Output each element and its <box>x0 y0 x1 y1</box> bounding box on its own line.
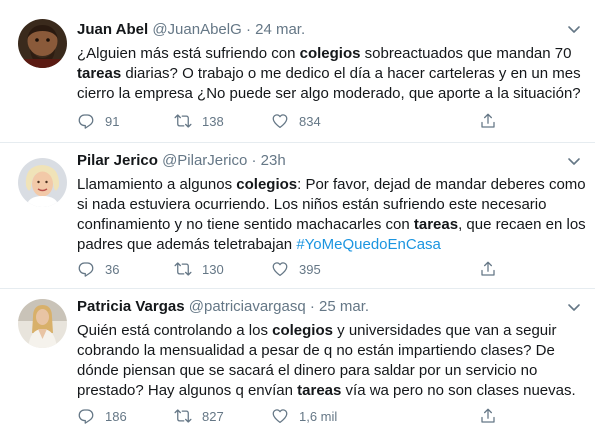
tweet-header: Patricia Vargas @patriciavargasq · 25 ma… <box>77 297 575 317</box>
avatar[interactable] <box>18 19 67 68</box>
tweet-text: ¿Alguien más está sufriendo con colegios… <box>77 44 587 104</box>
tweet[interactable]: Pilar Jerico @PilarJerico · 23h Llamamie… <box>0 143 595 289</box>
reply-icon <box>77 112 95 130</box>
chevron-down-icon[interactable] <box>567 154 581 168</box>
retweet-button[interactable]: 827 <box>174 406 224 426</box>
tweet-header: Pilar Jerico @PilarJerico · 23h <box>77 151 575 171</box>
tweet-text-segment: ¿Alguien más está sufriendo con <box>77 45 300 62</box>
tweet-text-segment: sobreactuados que mandan 70 <box>360 45 572 62</box>
heart-icon <box>271 112 289 130</box>
retweet-count: 138 <box>202 113 224 129</box>
tweet[interactable]: Juan Abel @JuanAbelG · 24 mar. ¿Alguien … <box>0 0 595 143</box>
author-handle[interactable]: @patriciavargasq <box>189 298 306 315</box>
highlighted-keyword: colegios <box>299 45 361 62</box>
retweet-button[interactable]: 130 <box>174 259 224 279</box>
tweet-actions: 91 138 834 <box>77 111 507 131</box>
reply-icon <box>77 407 95 425</box>
author-name[interactable]: Patricia Vargas <box>77 298 185 315</box>
retweet-icon <box>174 407 192 425</box>
tweet-text: Llamamiento a algunos colegios: Por favo… <box>77 175 587 255</box>
like-button[interactable]: 395 <box>271 259 321 279</box>
chevron-down-icon[interactable] <box>567 22 581 36</box>
retweet-button[interactable]: 138 <box>174 111 224 131</box>
like-count: 834 <box>299 113 321 129</box>
like-count: 395 <box>299 261 321 277</box>
author-name[interactable]: Juan Abel <box>77 21 148 38</box>
tweet-text-segment: Llamamiento a algunos <box>77 176 237 193</box>
tweet-time[interactable]: 23h <box>261 152 286 169</box>
share-button[interactable] <box>479 259 497 279</box>
tweet[interactable]: Patricia Vargas @patriciavargasq · 25 ma… <box>0 289 595 444</box>
separator-dot: · <box>309 298 315 315</box>
heart-icon <box>271 260 289 278</box>
hashtag-link[interactable]: #YoMeQuedoEnCasa <box>296 236 441 253</box>
retweet-icon <box>174 260 192 278</box>
chevron-down-icon[interactable] <box>567 300 581 314</box>
share-icon <box>479 112 497 130</box>
separator-dot: · <box>245 21 251 38</box>
share-button[interactable] <box>479 111 497 131</box>
highlighted-keyword: tareas <box>297 382 342 399</box>
highlighted-keyword: colegios <box>236 176 298 193</box>
reply-count: 91 <box>105 113 120 129</box>
share-icon <box>479 407 497 425</box>
author-handle[interactable]: @PilarJerico <box>162 152 247 169</box>
reply-button[interactable]: 91 <box>77 111 119 131</box>
author-name[interactable]: Pilar Jerico <box>77 152 158 169</box>
tweet-actions: 186 827 1,6 mil <box>77 406 507 426</box>
avatar[interactable] <box>18 158 67 207</box>
highlighted-keyword: tareas <box>77 65 122 82</box>
highlighted-keyword: colegios <box>272 322 333 339</box>
separator-dot: · <box>251 152 257 169</box>
share-icon <box>479 260 497 278</box>
like-count: 1,6 mil <box>299 408 338 424</box>
heart-icon <box>271 407 289 425</box>
reply-button[interactable]: 186 <box>77 406 127 426</box>
avatar[interactable] <box>18 299 67 348</box>
tweet-text-segment: diarias? O trabajo o me dedico el día a … <box>77 65 581 102</box>
author-handle[interactable]: @JuanAbelG <box>152 21 241 38</box>
retweet-count: 130 <box>202 261 224 277</box>
tweet-text: Quién está controlando a los colegios y … <box>77 321 587 401</box>
share-button[interactable] <box>479 406 497 426</box>
tweet-text-segment: Quién está controlando a los <box>77 322 273 339</box>
reply-icon <box>77 260 95 278</box>
retweet-count: 827 <box>202 408 224 424</box>
like-button[interactable]: 1,6 mil <box>271 406 337 426</box>
like-button[interactable]: 834 <box>271 111 321 131</box>
tweet-feed: Juan Abel @JuanAbelG · 24 mar. ¿Alguien … <box>0 0 595 444</box>
reply-count: 36 <box>105 261 120 277</box>
tweet-actions: 36 130 395 <box>77 259 507 279</box>
tweet-time[interactable]: 25 mar. <box>319 298 369 315</box>
tweet-header: Juan Abel @JuanAbelG · 24 mar. <box>77 20 575 40</box>
tweet-time[interactable]: 24 mar. <box>255 21 305 38</box>
reply-button[interactable]: 36 <box>77 259 119 279</box>
highlighted-keyword: tareas <box>413 216 459 233</box>
reply-count: 186 <box>105 408 127 424</box>
retweet-icon <box>174 112 192 130</box>
tweet-text-segment: vía wa pero no son clases nuevas. <box>341 382 576 399</box>
